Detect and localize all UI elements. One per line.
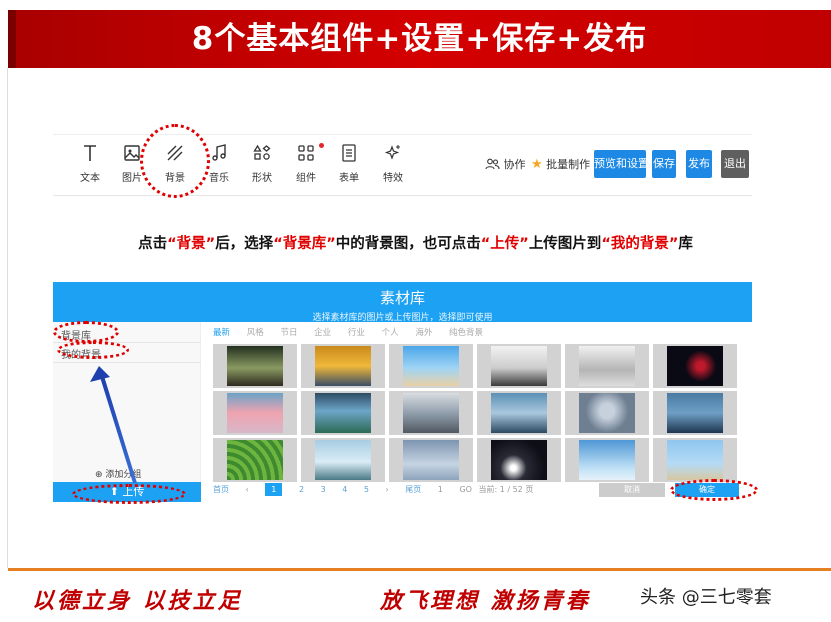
tab-enterprise[interactable]: 企业 (314, 328, 331, 338)
effects-icon (384, 145, 400, 160)
page-link[interactable]: 4 (342, 485, 347, 494)
thumbnail[interactable] (301, 344, 385, 388)
thumbnail[interactable] (565, 438, 649, 482)
category-tabs: 最新 风格 节日 企业 行业 个人 海外 纯色背景 (213, 326, 497, 338)
thumbnail[interactable] (477, 391, 561, 435)
thumbnail[interactable] (389, 391, 473, 435)
highlight-confirm (670, 479, 758, 501)
text-icon (84, 145, 96, 161)
thumbnail[interactable] (213, 344, 297, 388)
thumbnail[interactable] (653, 391, 737, 435)
tab-personal[interactable]: 个人 (382, 328, 399, 338)
tool-label: 文本 (80, 173, 100, 184)
left-rule (7, 68, 8, 568)
footer-rule (8, 568, 831, 571)
highlight-background-tool (140, 124, 210, 198)
tool-label: 形状 (252, 173, 272, 184)
tool-effects[interactable]: 特效 (376, 143, 410, 184)
page-status: 当前: 1 / 52 页 (478, 485, 534, 494)
collab-button[interactable]: 协作 (485, 156, 526, 172)
instruction-highlight: “背景库” (273, 236, 336, 252)
thumbnail[interactable] (213, 438, 297, 482)
thumbnail[interactable] (389, 438, 473, 482)
thumbnail[interactable] (565, 391, 649, 435)
page-input[interactable]: 1 (438, 485, 443, 494)
library-title: 素材库 (379, 289, 425, 307)
sidebar-divider (53, 362, 201, 363)
thumbnail[interactable] (301, 438, 385, 482)
page-link[interactable]: 2 (299, 485, 304, 494)
instruction-highlight: “背景” (167, 236, 216, 252)
instruction-part: 后，选择 (215, 236, 274, 252)
tool-form[interactable]: 表单 (332, 143, 366, 184)
thumbnail[interactable] (477, 438, 561, 482)
instruction-part: 库 (678, 236, 693, 252)
slogan-left: 以德立身 以技立足 (32, 588, 243, 614)
instruction-part: 上传图片到 (528, 236, 602, 252)
tab-industry[interactable]: 行业 (348, 328, 365, 338)
instruction-part: 中的背景图，也可点击 (335, 236, 481, 252)
add-group-label: 添加分组 (105, 470, 142, 480)
library-header: 素材库 选择素材库的图片或上传图片，选择即可使用 (53, 282, 752, 323)
material-library-dialog: 素材库 选择素材库的图片或上传图片，选择即可使用 背景库 我的背景 ⊕ 添加分组… (53, 282, 752, 502)
highlight-upload (72, 484, 186, 504)
title-banner: 8个基本组件+设置+保存+发布 (8, 10, 831, 68)
tool-component[interactable]: 组件 (289, 143, 323, 184)
component-icon (298, 145, 314, 161)
shape-icon (253, 144, 271, 160)
thumbnail[interactable] (565, 344, 649, 388)
image-icon (124, 145, 140, 161)
people-icon (485, 158, 504, 171)
tab-style[interactable]: 风格 (247, 328, 264, 338)
tool-label: 组件 (296, 173, 316, 184)
music-icon (212, 144, 226, 161)
next-page-link[interactable]: › (386, 485, 389, 494)
preview-settings-button[interactable]: 预览和设置 (594, 150, 649, 178)
page-link[interactable]: 3 (321, 485, 326, 494)
thumbnail[interactable] (477, 344, 561, 388)
instruction-highlight: “上传” (480, 236, 529, 252)
star-icon: ★ (531, 157, 543, 172)
add-group-button[interactable]: ⊕ 添加分组 (95, 467, 141, 480)
form-icon (342, 144, 356, 162)
new-badge-dot (319, 143, 324, 148)
collab-label: 协作 (503, 158, 526, 171)
instruction-part: 点击 (138, 236, 168, 252)
tab-latest[interactable]: 最新 (213, 328, 230, 338)
page-link[interactable]: 5 (364, 485, 369, 494)
highlight-my-backgrounds (57, 341, 129, 359)
page-title: 8个基本组件+设置+保存+发布 (191, 21, 648, 57)
thumbnail[interactable] (653, 344, 737, 388)
go-button[interactable]: GO (459, 485, 472, 494)
instruction-highlight: “我的背景” (601, 236, 679, 252)
cancel-button[interactable]: 取消 (599, 483, 665, 497)
exit-button[interactable]: 退出 (721, 150, 749, 178)
last-page-link[interactable]: 尾页 (405, 484, 421, 495)
tool-text[interactable]: 文本 (73, 143, 107, 184)
publish-button[interactable]: 发布 (686, 150, 712, 178)
first-page-link[interactable]: 首页 (213, 484, 229, 495)
thumbnail[interactable] (389, 344, 473, 388)
prev-page-link[interactable]: ‹ (246, 485, 249, 494)
tab-solid-color[interactable]: 纯色背景 (449, 328, 483, 338)
plus-circle-icon: ⊕ (95, 470, 103, 480)
highlight-background-library (53, 321, 119, 343)
tool-label: 表单 (339, 173, 359, 184)
thumbnail[interactable] (301, 391, 385, 435)
watermark: 头条 @三七零套 (640, 587, 772, 608)
instruction-text: 点击“背景”后，选择“背景库”中的背景图，也可点击“上传”上传图片到“我的背景”… (0, 232, 831, 253)
slogan-right: 放飞理想 激扬青春 (380, 588, 591, 614)
save-button[interactable]: 保存 (652, 150, 676, 178)
tab-overseas[interactable]: 海外 (415, 328, 432, 338)
page-link-current[interactable]: 1 (265, 483, 283, 496)
thumbnail[interactable] (653, 438, 737, 482)
tool-label: 特效 (383, 173, 403, 184)
tab-festival[interactable]: 节日 (280, 328, 297, 338)
batch-label: 批量制作 (546, 158, 591, 171)
pagination: 首页 ‹ 1 2 3 4 5 › 尾页 1 GO 当前: 1 / 52 页 (213, 483, 547, 496)
thumbnail[interactable] (213, 391, 297, 435)
tool-shape[interactable]: 形状 (245, 143, 279, 184)
batch-button[interactable]: ★ 批量制作 (531, 156, 590, 172)
